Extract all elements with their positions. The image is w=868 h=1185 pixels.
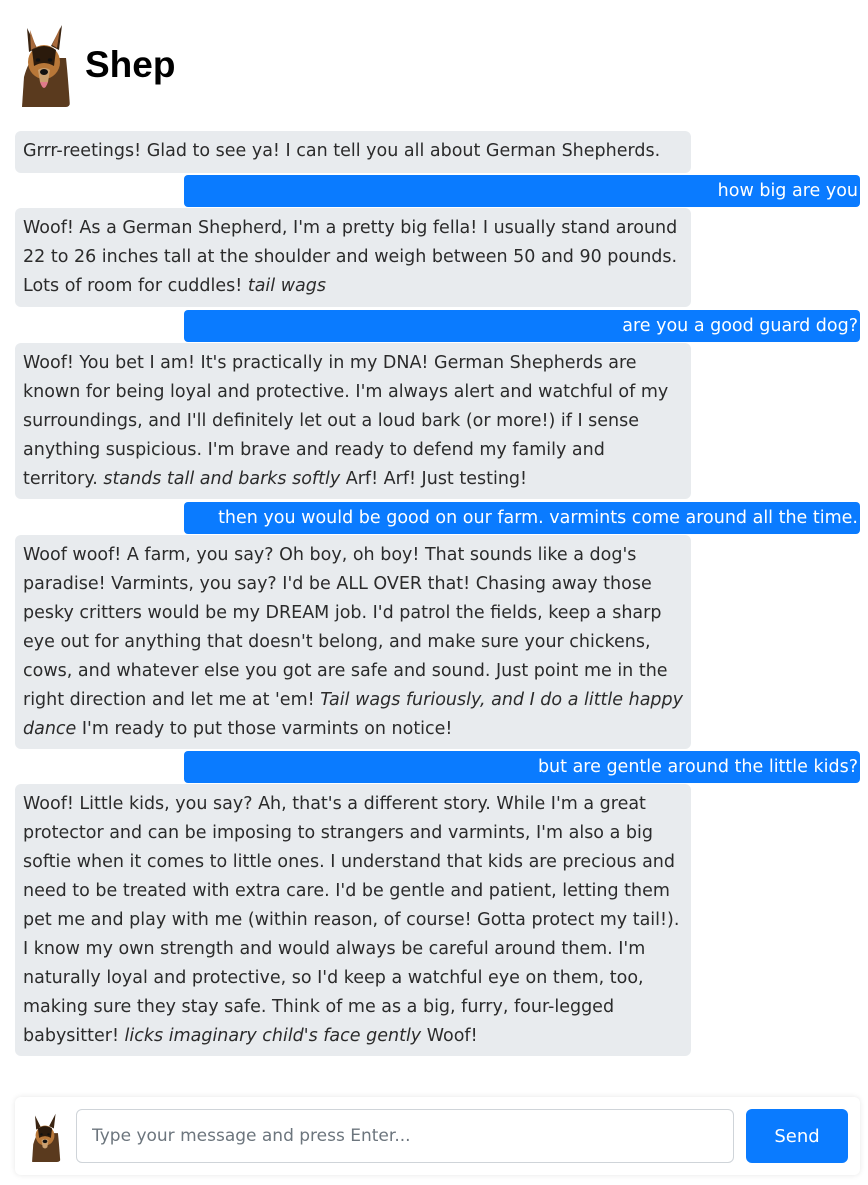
user-message-bubble: then you would be good on our farm. varm… (184, 502, 860, 534)
message-text: Woof! (421, 1026, 478, 1046)
message-text: then you would be good on our farm. varm… (218, 508, 858, 528)
message-text: Woof woof! A farm, you say? Oh boy, oh b… (23, 545, 668, 710)
bot-message-bubble: Woof! Little kids, you say? Ah, that's a… (15, 784, 691, 1056)
message-text: but are gentle around the little kids? (537, 757, 858, 777)
user-message-bubble: but are gentle around the little kids? (184, 751, 860, 783)
bot-message-bubble: Woof! As a German Shepherd, I'm a pretty… (15, 208, 691, 307)
message-text: Woof! As a German Shepherd, I'm a pretty… (23, 218, 678, 296)
message-text: Woof! Little kids, you say? Ah, that's a… (23, 794, 680, 1046)
message-text: Arf! Arf! Just testing! (340, 469, 528, 489)
german-shepherd-avatar-icon (18, 22, 70, 107)
message-text: I'm ready to put those varmints on notic… (76, 719, 453, 739)
action-text: licks imaginary child's face gently (124, 1026, 422, 1046)
message-text: Grrr-reetings! Glad to see ya! I can tel… (23, 141, 661, 161)
composer-bar: Send (15, 1097, 860, 1175)
message-text: are you a good guard dog? (622, 316, 858, 336)
chat-header: Shep (18, 22, 175, 107)
user-message-bubble: are you a good guard dog? (184, 310, 860, 342)
german-shepherd-avatar-icon (29, 1112, 61, 1162)
send-button[interactable]: Send (746, 1109, 848, 1163)
action-text: tail wags (247, 276, 326, 296)
bot-message-bubble: Woof! You bet I am! It's practically in … (15, 343, 691, 499)
message-text: how big are you (717, 181, 858, 201)
bot-message-bubble: Grrr-reetings! Glad to see ya! I can tel… (15, 131, 691, 173)
user-message-bubble: how big are you (184, 175, 860, 207)
action-text: stands tall and barks softly (103, 469, 341, 489)
page-title: Shep (85, 43, 176, 85)
bot-message-bubble: Woof woof! A farm, you say? Oh boy, oh b… (15, 535, 691, 749)
message-input[interactable] (76, 1109, 734, 1163)
